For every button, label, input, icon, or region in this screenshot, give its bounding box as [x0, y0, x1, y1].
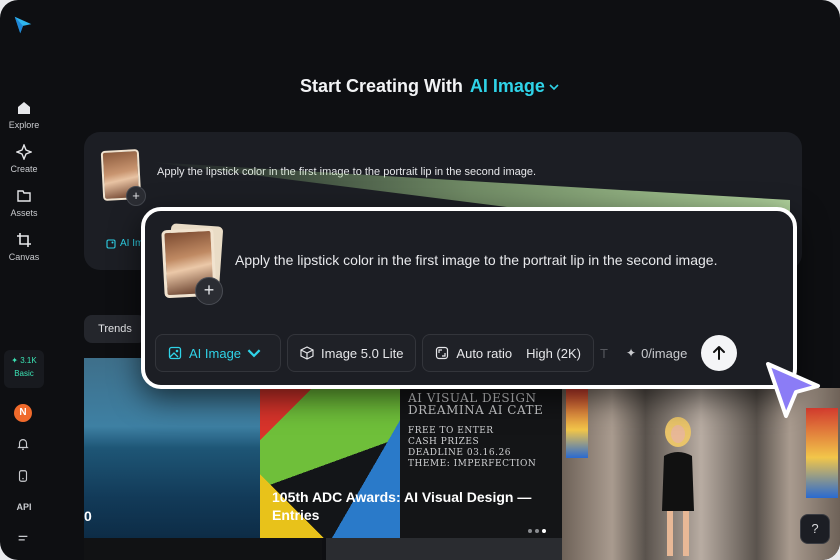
aspect-ratio-icon — [436, 346, 449, 360]
model-label: Image 5.0 Lite — [321, 345, 404, 361]
logo-icon[interactable] — [12, 14, 34, 36]
text-tool-icon[interactable]: T — [600, 334, 618, 372]
card-caption: 105th ADC Awards: AI Visual Design — Ent… — [272, 489, 532, 523]
credit-cost: ✦ 0/image — [626, 346, 687, 361]
mode-label: AI Image — [189, 345, 242, 361]
chevron-down-icon[interactable] — [549, 82, 559, 92]
card-caption: 0 — [84, 508, 92, 524]
sidebar-item-explore[interactable]: Explore — [0, 100, 48, 130]
sidebar: Explore Create Assets Canvas ✦ 3.1K Basi… — [0, 0, 48, 560]
add-image-button[interactable]: + — [126, 186, 146, 206]
generate-button[interactable] — [701, 335, 738, 371]
image-icon — [106, 238, 116, 249]
arrow-up-icon — [713, 346, 726, 360]
ratio-quality-selector[interactable]: Auto ratio High (2K) — [422, 334, 594, 372]
credits-count: ✦ 3.1K — [11, 356, 37, 365]
home-icon — [18, 102, 30, 114]
poster-detail: CASH PRIZES — [408, 437, 480, 447]
poster-detail: DEADLINE 03.16.26 — [408, 448, 511, 458]
model-selector[interactable]: Image 5.0 Lite — [287, 334, 417, 372]
crop-icon — [17, 233, 31, 247]
device-icon[interactable] — [16, 469, 30, 483]
add-image-button[interactable]: + — [195, 277, 223, 305]
chevron-down-icon — [247, 349, 261, 358]
ratio-label: Auto ratio — [456, 345, 513, 361]
sidebar-item-assets[interactable]: Assets — [0, 188, 48, 218]
folder-icon — [17, 190, 31, 202]
sidebar-item-label: Explore — [8, 120, 40, 130]
poster-detail: THEME: IMPERFECTION — [408, 459, 537, 469]
person-figure — [662, 417, 694, 556]
poster-line: DREAMINA AI CATE — [408, 403, 544, 417]
help-button[interactable]: ? — [800, 514, 830, 544]
page-title: Start Creating With AI Image — [300, 76, 559, 97]
sidebar-item-label: Create — [10, 164, 38, 174]
mode-dropdown[interactable]: AI Image — [155, 334, 282, 372]
gallery-card-row2[interactable] — [84, 538, 322, 560]
image-icon — [168, 346, 182, 360]
mode-selector[interactable]: AI Image — [470, 76, 545, 97]
mode-chip[interactable]: AI Im — [106, 238, 143, 249]
prompt-card: + Apply the lipstick color in the first … — [141, 207, 797, 389]
avatar[interactable]: N — [14, 404, 32, 422]
api-link[interactable]: API — [0, 502, 48, 512]
poster-text: AI VISUAL DESIGN DREAMINA AI CATE FREE T… — [408, 392, 558, 470]
sparkle-icon: ✦ — [626, 346, 637, 360]
title-text: Start Creating With — [300, 76, 463, 96]
sidebar-item-create[interactable]: Create — [0, 144, 48, 174]
tab-trends[interactable]: Trends — [84, 315, 146, 343]
cost-label: 0/image — [641, 345, 688, 361]
generation-toolbar: AI Image Image 5.0 Lite Auto ratio High … — [155, 333, 738, 373]
mode-chip-label: AI Im — [120, 238, 144, 249]
cube-icon — [300, 346, 314, 360]
wall-poster — [566, 388, 588, 458]
menu-icon[interactable] — [16, 532, 30, 546]
prompt-text[interactable]: Apply the lipstick color in the first im… — [157, 166, 536, 178]
gallery-card-row2[interactable] — [326, 538, 562, 560]
sidebar-item-label: Canvas — [8, 252, 40, 262]
pointer-cursor-icon — [766, 362, 820, 418]
quality-label: High (2K) — [526, 345, 581, 361]
plan-label: Basic — [14, 369, 34, 378]
prompt-input[interactable]: Apply the lipstick color in the first im… — [235, 252, 717, 268]
sidebar-item-canvas[interactable]: Canvas — [0, 232, 48, 262]
credits-badge[interactable]: ✦ 3.1K Basic — [4, 350, 44, 388]
bell-icon[interactable] — [16, 437, 30, 451]
sparkle-icon — [16, 144, 32, 160]
carousel-dots[interactable] — [528, 520, 549, 538]
app-window: Explore Create Assets Canvas ✦ 3.1K Basi… — [0, 0, 840, 560]
poster-detail: FREE TO ENTER — [408, 426, 494, 436]
sidebar-item-label: Assets — [10, 208, 38, 218]
